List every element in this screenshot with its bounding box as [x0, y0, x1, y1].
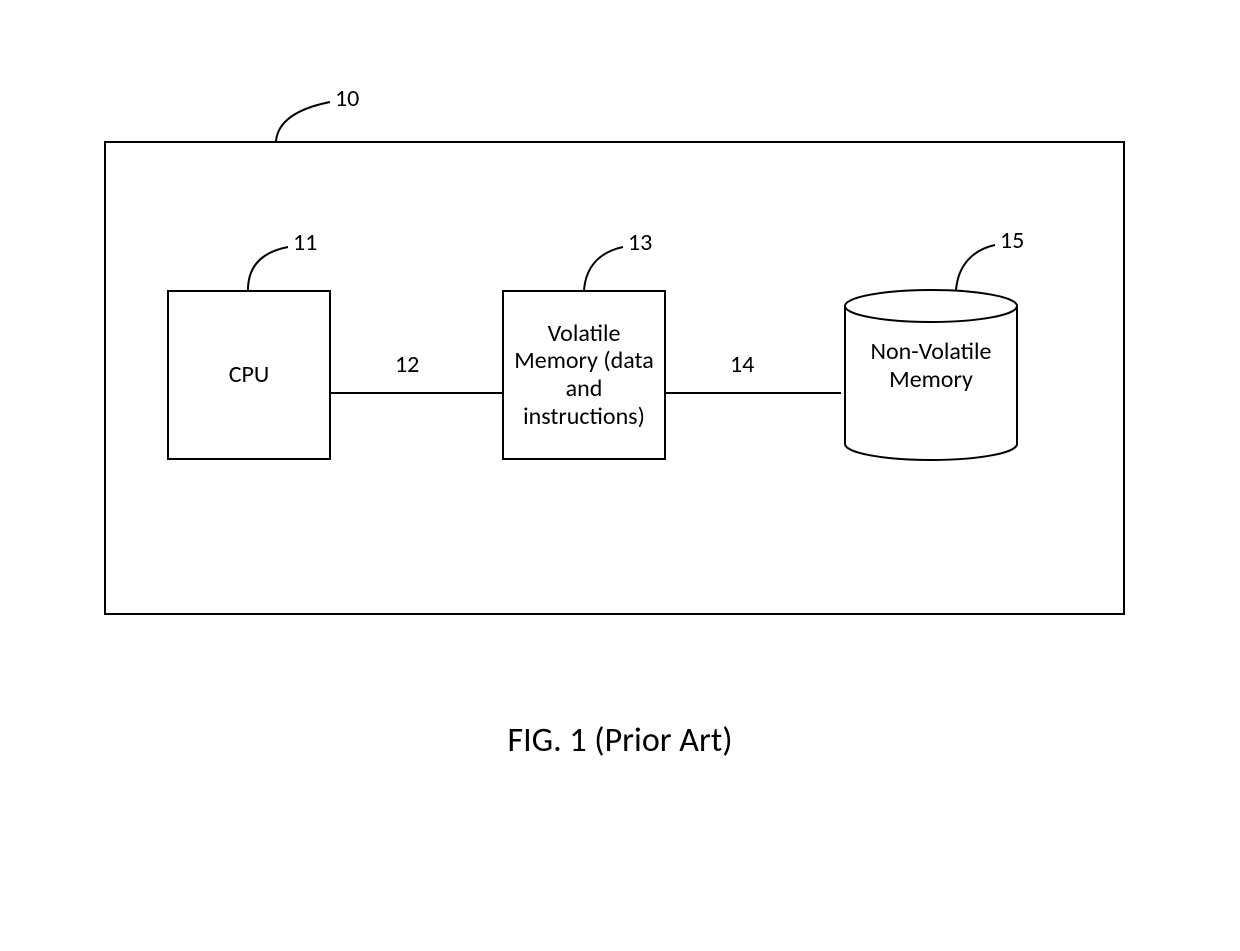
figure-caption: FIG. 1 (Prior Art) — [0, 720, 1240, 761]
figure-stage: CPU Volatile Memory (data and instructio… — [0, 0, 1240, 951]
reference-leaders — [0, 0, 1240, 951]
